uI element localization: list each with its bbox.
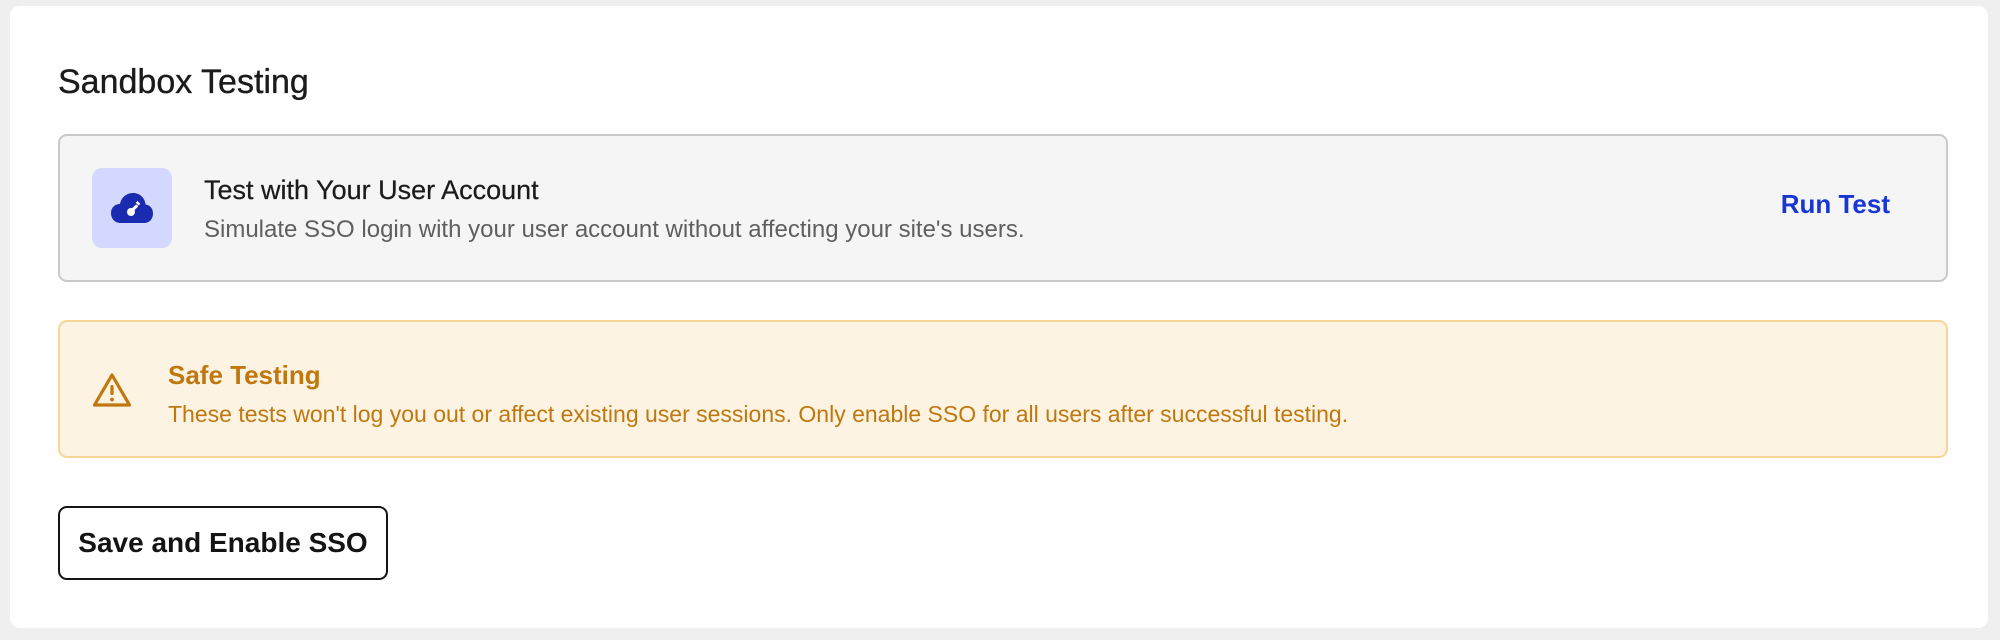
save-and-enable-sso-button[interactable]: Save and Enable SSO bbox=[58, 506, 388, 580]
cloud-key-icon bbox=[92, 168, 172, 248]
section-title: Sandbox Testing bbox=[58, 63, 309, 101]
run-test-button[interactable]: Run Test bbox=[1781, 186, 1890, 222]
warning-triangle-icon bbox=[92, 373, 132, 407]
test-card-description: Simulate SSO login with your user accoun… bbox=[204, 216, 1025, 243]
test-card-title: Test with Your User Account bbox=[204, 175, 539, 205]
sandbox-testing-panel: Sandbox Testing Test with Your User Acco… bbox=[10, 6, 1988, 628]
alert-title: Safe Testing bbox=[168, 360, 321, 390]
safe-testing-alert: Safe Testing These tests won't log you o… bbox=[58, 320, 1948, 458]
test-user-account-card: Test with Your User Account Simulate SSO… bbox=[58, 134, 1948, 282]
alert-message: These tests won't log you out or affect … bbox=[168, 401, 1349, 427]
